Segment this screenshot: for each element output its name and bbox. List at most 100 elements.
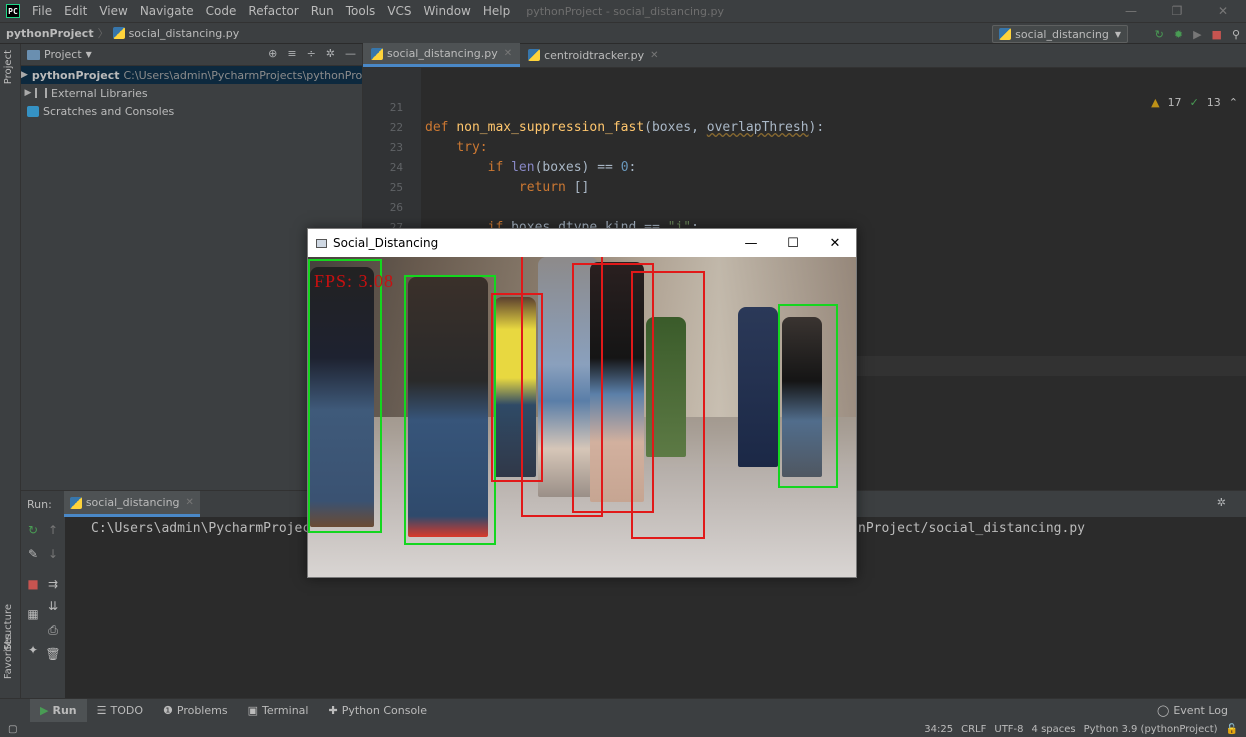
- menu-help[interactable]: Help: [477, 4, 516, 18]
- console-output[interactable]: C:\Users\admin\PycharmProjects: [91, 521, 326, 536]
- close-icon[interactable]: ✕: [1200, 0, 1246, 22]
- menu-edit[interactable]: Edit: [58, 4, 93, 18]
- favorites-tool-tab[interactable]: Favorites: [3, 634, 14, 679]
- line-number: 22: [389, 121, 403, 134]
- project-panel-tools: ⊕ ≡ ÷ ✲ —: [268, 47, 356, 60]
- menu-vcs[interactable]: VCS: [381, 4, 417, 18]
- run-configuration-dropdown[interactable]: social_distancing ▼: [992, 25, 1128, 43]
- line-number: 23: [389, 141, 403, 154]
- tool-problems[interactable]: ❶ Problems: [153, 704, 238, 717]
- code-text: []: [573, 180, 590, 195]
- minimize-icon[interactable]: —: [730, 229, 772, 257]
- scroll-to-end-icon[interactable]: ⇊: [43, 597, 63, 615]
- menu-code[interactable]: Code: [200, 4, 243, 18]
- wrench-icon[interactable]: ✎: [23, 545, 43, 563]
- tree-item-scratches[interactable]: Scratches and Consoles: [21, 102, 362, 120]
- python-file-icon: [528, 49, 541, 61]
- caret-position[interactable]: 34:25: [924, 724, 953, 735]
- project-view-dropdown[interactable]: Project: [44, 48, 82, 61]
- tool-event-log[interactable]: ◯ Event Log: [1147, 704, 1238, 717]
- maximize-icon[interactable]: ☐: [772, 229, 814, 257]
- tool-run[interactable]: ▶ Run: [30, 698, 87, 723]
- debug-icon[interactable]: ✹: [1174, 28, 1183, 41]
- layout-icon[interactable]: ▦: [23, 605, 43, 623]
- menu-file[interactable]: File: [26, 4, 58, 18]
- chevron-right-icon[interactable]: ▶: [21, 88, 35, 98]
- tab-social-distancing[interactable]: social_distancing.py ✕: [363, 43, 521, 67]
- minimize-icon[interactable]: —: [1108, 0, 1154, 22]
- tree-item-label: Scratches and Consoles: [43, 104, 175, 118]
- chevron-up-icon[interactable]: ⌃: [1229, 96, 1238, 109]
- rerun-icon[interactable]: ↻: [1155, 28, 1164, 41]
- code-line: try:: [425, 138, 824, 158]
- project-tool-tab[interactable]: Project: [3, 50, 14, 84]
- tree-item-external-libraries[interactable]: ▶ External Libraries: [21, 84, 362, 102]
- indent-setting[interactable]: 4 spaces: [1032, 724, 1076, 735]
- opencv-window-title: Social_Distancing: [333, 236, 439, 250]
- list-icon: ☰: [96, 704, 107, 717]
- code-keyword: if: [487, 160, 512, 175]
- close-tab-icon[interactable]: ✕: [504, 48, 512, 59]
- soft-wrap-icon[interactable]: ⇉: [43, 575, 63, 593]
- close-tab-icon[interactable]: ✕: [186, 497, 194, 508]
- tab-centroidtracker[interactable]: centroidtracker.py ✕: [520, 43, 666, 67]
- chevron-down-icon: ▼: [1114, 29, 1121, 39]
- line-separator[interactable]: CRLF: [961, 724, 986, 735]
- stop-icon[interactable]: ■: [23, 575, 43, 593]
- print-icon[interactable]: ⎙: [43, 621, 63, 639]
- console-text: nProject/social_distancing.py: [858, 521, 1085, 536]
- locate-icon[interactable]: ⊕: [268, 47, 277, 60]
- line-numbers: 21 22 23 24 25 26 27: [363, 98, 403, 238]
- restore-icon[interactable]: ❐: [1154, 0, 1200, 22]
- stop-icon[interactable]: ■: [1212, 28, 1222, 41]
- code-area[interactable]: def non_max_suppression_fast(boxes, over…: [425, 98, 824, 238]
- toggle-tool-windows-icon[interactable]: ▢: [8, 724, 17, 735]
- collapse-all-icon[interactable]: ÷: [307, 47, 316, 60]
- lock-icon[interactable]: 🔓: [1226, 724, 1238, 735]
- expand-all-icon[interactable]: ≡: [287, 47, 296, 60]
- opencv-window[interactable]: Social_Distancing — ☐ ✕ FPS: 3.08: [307, 228, 857, 578]
- menu-window[interactable]: Window: [418, 4, 477, 18]
- warning-count: 17: [1167, 96, 1182, 109]
- python-interpreter[interactable]: Python 3.9 (pythonProject): [1084, 724, 1218, 735]
- close-tab-icon[interactable]: ✕: [650, 50, 658, 61]
- tool-terminal[interactable]: ▣ Terminal: [238, 704, 319, 717]
- breadcrumb-project[interactable]: pythonProject: [6, 27, 94, 40]
- video-frame: FPS: 3.08: [308, 257, 856, 577]
- menu-navigate[interactable]: Navigate: [134, 4, 200, 18]
- breadcrumb-file[interactable]: social_distancing.py: [129, 27, 240, 40]
- tree-item-pythonproject[interactable]: ▶ pythonProject C:\Users\admin\PycharmPr…: [21, 66, 362, 84]
- gear-icon[interactable]: ✲: [1217, 496, 1226, 509]
- search-icon[interactable]: ⚲: [1232, 28, 1240, 41]
- code-builtin: len: [511, 160, 535, 175]
- window-title: pythonProject - social_distancing.py: [526, 4, 724, 18]
- coverage-icon[interactable]: ▶: [1193, 28, 1201, 41]
- hide-icon[interactable]: —: [345, 47, 356, 60]
- python-file-icon: [371, 47, 383, 60]
- down-arrow-icon[interactable]: ↓: [43, 545, 63, 563]
- pin-icon[interactable]: ✦: [23, 641, 43, 659]
- python-icon: [999, 28, 1012, 40]
- up-arrow-icon[interactable]: ↑: [43, 521, 63, 539]
- inspection-widget[interactable]: ▲ 17 ✓ 13 ⌃: [1151, 96, 1238, 109]
- window-icon: [316, 238, 327, 248]
- run-tab-label: social_distancing: [85, 496, 180, 509]
- close-icon[interactable]: ✕: [814, 229, 856, 257]
- file-encoding[interactable]: UTF-8: [994, 724, 1023, 735]
- menu-run[interactable]: Run: [305, 4, 340, 18]
- code-line: return []: [425, 178, 824, 198]
- code-text: (boxes,: [644, 120, 707, 135]
- tool-python-console[interactable]: ✚ Python Console: [318, 704, 437, 717]
- chevron-right-icon[interactable]: ▶: [21, 70, 28, 80]
- gear-icon[interactable]: ✲: [326, 47, 335, 60]
- trash-icon[interactable]: 🗑: [43, 645, 63, 663]
- tool-label: Run: [52, 704, 77, 717]
- opencv-title-bar[interactable]: Social_Distancing — ☐ ✕: [308, 229, 856, 257]
- rerun-icon[interactable]: ↻: [23, 521, 43, 539]
- run-tab-social-distancing[interactable]: social_distancing ✕: [63, 491, 200, 517]
- tool-todo[interactable]: ☰ TODO: [87, 704, 153, 717]
- menu-tools[interactable]: Tools: [340, 4, 382, 18]
- left-tool-stripe: Project Structure Favorites: [0, 44, 21, 698]
- menu-refactor[interactable]: Refactor: [242, 4, 304, 18]
- menu-view[interactable]: View: [93, 4, 133, 18]
